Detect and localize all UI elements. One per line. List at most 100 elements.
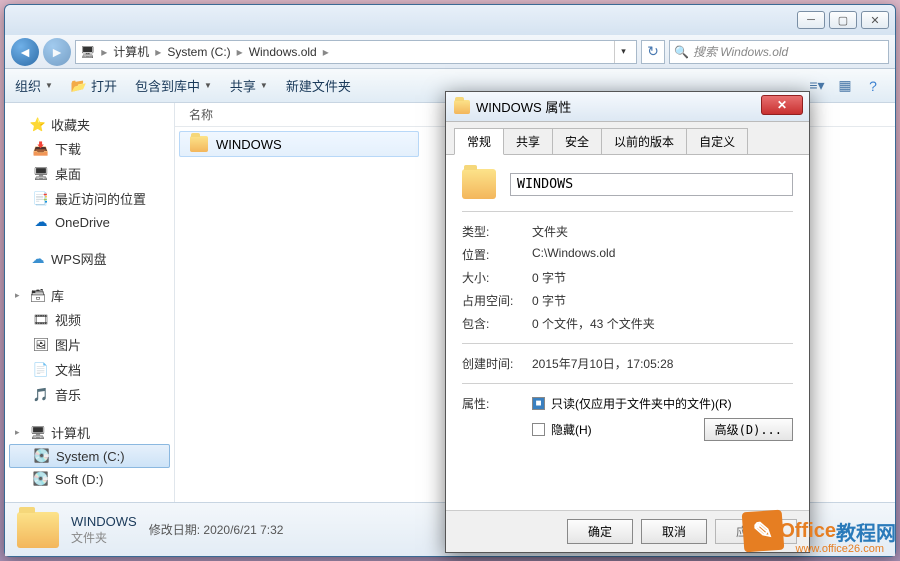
sidebar-documents[interactable]: 📄文档 (9, 357, 170, 382)
watermark-text2: 教程网 (836, 517, 896, 546)
tab-strip: 常规 共享 安全 以前的版本 自定义 (446, 122, 809, 155)
document-icon: 📄 (33, 362, 49, 378)
watermark-text1: Office (779, 520, 836, 543)
sidebar-video[interactable]: 🎞视频 (9, 307, 170, 332)
sidebar-desktop[interactable]: 🖥桌面 (9, 161, 170, 186)
detail-mod-label: 修改日期: (149, 523, 200, 537)
dialog-close-button[interactable]: ✕ (761, 95, 803, 115)
favorites-group[interactable]: ⭐收藏夹 (9, 113, 170, 136)
folder-icon (454, 100, 470, 114)
wps-group[interactable]: ☁WPS网盘 (9, 247, 170, 270)
folder-icon (17, 512, 59, 548)
open-button[interactable]: 📂打开 (71, 76, 117, 95)
tab-general[interactable]: 常规 (454, 128, 504, 155)
minimize-button[interactable]: ─ (797, 11, 825, 29)
breadcrumb-seg[interactable]: 计算机 (113, 43, 149, 60)
search-box[interactable]: 🔍 搜索 Windows.old (669, 40, 889, 64)
star-icon: ⭐ (30, 117, 46, 133)
drive-icon: 💽 (34, 448, 50, 464)
sidebar-downloads[interactable]: 📥下载 (9, 136, 170, 161)
search-placeholder: 搜索 Windows.old (693, 43, 788, 60)
detail-mod-value: 2020/6/21 7:32 (203, 523, 283, 537)
sidebar-drive-d[interactable]: 💽Soft (D:) (9, 468, 170, 490)
maximize-button[interactable]: ▢ (829, 11, 857, 29)
computer-icon: 🖥 (80, 45, 95, 59)
watermark-icon: ✎ (742, 510, 785, 553)
new-folder-button[interactable]: 新建文件夹 (286, 76, 351, 95)
download-icon: 📥 (33, 141, 49, 157)
cloud-icon: ☁ (30, 251, 46, 267)
cancel-button[interactable]: 取消 (641, 519, 707, 544)
back-button[interactable]: ◄ (11, 38, 39, 66)
close-button[interactable]: ✕ (861, 11, 889, 29)
folder-name-input[interactable] (510, 173, 793, 196)
contains-value: 0 个文件，43 个文件夹 (532, 315, 655, 332)
breadcrumb-seg[interactable]: System (C:) (167, 45, 230, 59)
attributes-label: 属性: (462, 395, 532, 412)
navbar: ◄ ► 🖥▸ 计算机▸ System (C:)▸ Windows.old▸ ▾ … (5, 35, 895, 69)
dialog-body: 类型:文件夹 位置:C:\Windows.old 大小:0 字节 占用空间:0 … (446, 155, 809, 527)
hidden-checkbox[interactable] (532, 423, 545, 436)
sidebar-drive-c[interactable]: 💽System (C:) (9, 444, 170, 468)
tab-previous[interactable]: 以前的版本 (601, 128, 687, 154)
tab-custom[interactable]: 自定义 (686, 128, 748, 154)
hidden-label: 隐藏(H) (551, 421, 592, 438)
disk-value: 0 字节 (532, 292, 566, 309)
computer-icon: 🖥 (30, 425, 46, 441)
forward-button[interactable]: ► (43, 38, 71, 66)
properties-dialog: WINDOWS 属性 ✕ 常规 共享 安全 以前的版本 自定义 类型:文件夹 位… (445, 91, 810, 553)
library-icon: 🗃 (30, 288, 46, 304)
created-value: 2015年7月10日，17:05:28 (532, 355, 673, 372)
folder-icon (190, 136, 208, 152)
sidebar-pictures[interactable]: 🖼图片 (9, 332, 170, 357)
created-label: 创建时间: (462, 355, 532, 372)
recent-icon: 📑 (33, 191, 49, 207)
advanced-button[interactable]: 高级(D)... (704, 418, 793, 441)
organize-button[interactable]: 组织▼ (15, 76, 53, 95)
preview-pane-icon[interactable]: ▦ (833, 74, 857, 98)
share-button[interactable]: 共享▼ (230, 76, 268, 95)
sidebar-onedrive[interactable]: ☁OneDrive (9, 211, 170, 233)
address-bar[interactable]: 🖥▸ 计算机▸ System (C:)▸ Windows.old▸ ▾ (75, 40, 637, 64)
desktop-icon: 🖥 (33, 166, 49, 182)
file-row-windows[interactable]: WINDOWS (179, 131, 419, 157)
folder-icon (462, 169, 496, 199)
size-value: 0 字节 (532, 269, 566, 286)
dialog-title: WINDOWS 属性 (476, 97, 571, 116)
tab-security[interactable]: 安全 (552, 128, 602, 154)
computer-group[interactable]: ▸🖥计算机 (9, 421, 170, 444)
ok-button[interactable]: 确定 (567, 519, 633, 544)
detail-name: WINDOWS (71, 514, 137, 529)
location-label: 位置: (462, 246, 532, 263)
breadcrumb-seg[interactable]: Windows.old (249, 45, 317, 59)
type-label: 类型: (462, 223, 532, 240)
music-icon: 🎵 (33, 387, 49, 403)
drive-icon: 💽 (33, 471, 49, 487)
refresh-button[interactable]: ↻ (641, 40, 665, 64)
help-icon[interactable]: ? (861, 74, 885, 98)
search-icon: 🔍 (674, 45, 689, 59)
detail-type: 文件夹 (71, 529, 137, 546)
type-value: 文件夹 (532, 223, 568, 240)
libraries-group[interactable]: ▸🗃库 (9, 284, 170, 307)
readonly-label: 只读(仅应用于文件夹中的文件)(R) (551, 395, 732, 412)
onedrive-icon: ☁ (33, 214, 49, 230)
size-label: 大小: (462, 269, 532, 286)
location-value: C:\Windows.old (532, 246, 615, 263)
dialog-titlebar[interactable]: WINDOWS 属性 ✕ (446, 92, 809, 122)
file-name: WINDOWS (216, 137, 282, 152)
readonly-checkbox[interactable]: ■ (532, 397, 545, 410)
contains-label: 包含: (462, 315, 532, 332)
sidebar-recent[interactable]: 📑最近访问的位置 (9, 186, 170, 211)
tab-share[interactable]: 共享 (503, 128, 553, 154)
address-dropdown[interactable]: ▾ (614, 41, 632, 63)
include-lib-button[interactable]: 包含到库中▼ (135, 76, 212, 95)
titlebar: ─ ▢ ✕ (5, 5, 895, 35)
sidebar: ⭐收藏夹 📥下载 🖥桌面 📑最近访问的位置 ☁OneDrive ☁WPS网盘 ▸… (5, 103, 175, 502)
watermark-url: www.office26.com (796, 543, 884, 555)
sidebar-music[interactable]: 🎵音乐 (9, 382, 170, 407)
video-icon: 🎞 (33, 312, 49, 328)
disk-label: 占用空间: (462, 292, 532, 309)
picture-icon: 🖼 (33, 337, 49, 353)
open-icon: 📂 (71, 78, 87, 94)
